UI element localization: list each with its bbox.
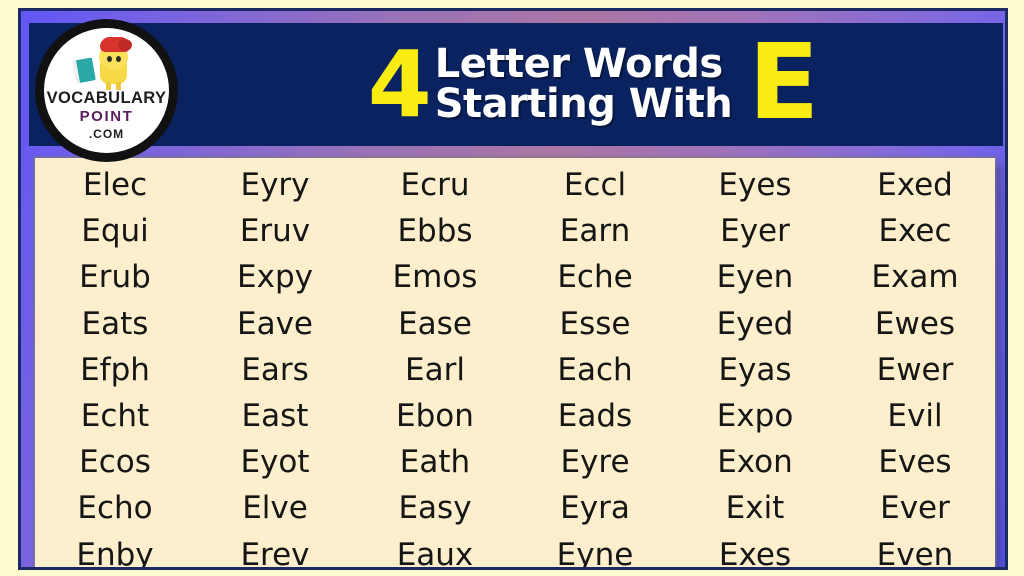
word-cell: Eyas bbox=[718, 351, 792, 388]
word-cell: Earl bbox=[405, 351, 465, 388]
word-cell: Elve bbox=[242, 490, 308, 527]
word-cell: Eyot bbox=[240, 444, 310, 481]
word-cell: Eyes bbox=[718, 167, 792, 203]
word-cell: Each bbox=[557, 351, 633, 388]
word-cell: Ebon bbox=[396, 397, 474, 434]
word-cell: Eruv bbox=[239, 213, 311, 250]
word-cell: Evil bbox=[887, 397, 943, 434]
word-cell: Eyed bbox=[716, 305, 794, 342]
word-cell: Eves bbox=[878, 444, 952, 481]
word-cell: Ever bbox=[880, 490, 950, 527]
word-cell: Ecos bbox=[79, 444, 151, 481]
word-cell: Exec bbox=[878, 213, 952, 250]
word-cell: Expo bbox=[716, 397, 794, 434]
title-line-1: Letter Words bbox=[434, 41, 723, 88]
word-cell: Eads bbox=[557, 397, 633, 434]
word-cell: Esse bbox=[559, 305, 631, 342]
word-cell: Eyne bbox=[556, 536, 634, 570]
mascot-eye-right bbox=[116, 56, 121, 62]
word-cell: Exam bbox=[871, 259, 959, 296]
logo-brand-line3: .COM bbox=[88, 127, 125, 141]
word-cell: Exed bbox=[877, 167, 953, 203]
word-list-panel: Elec Eyry Ecru Eccl Eyes Exed Equi Eruv Ebbs Earn… bbox=[35, 158, 995, 570]
word-cell: Eats bbox=[81, 305, 149, 342]
word-cell: East bbox=[241, 397, 309, 434]
word-cell: Eche bbox=[557, 259, 633, 296]
word-cell: Eyra bbox=[560, 490, 630, 527]
word-cell: Eyry bbox=[240, 167, 310, 203]
word-cell: Efph bbox=[80, 351, 150, 388]
title-number: 4 bbox=[367, 30, 432, 138]
word-cell: Ears bbox=[241, 351, 309, 388]
word-cell: Ewes bbox=[874, 305, 956, 342]
word-cell: Ecru bbox=[400, 167, 470, 203]
word-cell: Even bbox=[876, 536, 954, 570]
word-cell: Ease bbox=[398, 305, 472, 342]
mascot-eye-left bbox=[107, 56, 112, 62]
word-cell: Eyer bbox=[720, 213, 790, 250]
word-cell: Enby bbox=[76, 536, 154, 570]
word-cell: Erev bbox=[240, 536, 310, 570]
word-cell: Emos bbox=[392, 259, 478, 296]
word-cell: Elec bbox=[82, 167, 148, 203]
title-line-2: Starting With bbox=[434, 81, 733, 128]
brand-logo: VOCABULARY POINT .COM bbox=[35, 19, 178, 162]
word-cell: Eave bbox=[236, 305, 313, 342]
word-cell: Eaux bbox=[396, 536, 474, 570]
word-cell: Exon bbox=[717, 444, 793, 481]
word-cell: Expy bbox=[237, 259, 313, 296]
poster-root: VOCABULARY POINT .COM 4 Letter Words Sta… bbox=[0, 0, 1024, 576]
word-cell: Erub bbox=[79, 259, 151, 296]
header-banner: VOCABULARY POINT .COM 4 Letter Words Sta… bbox=[29, 19, 1003, 162]
word-cell: Ewer bbox=[876, 351, 954, 388]
book-icon bbox=[72, 57, 96, 84]
word-grid: Elec Eyry Ecru Eccl Eyes Exed Equi Eruv Ebbs Earn… bbox=[35, 158, 995, 570]
word-cell: Eccl bbox=[563, 167, 627, 203]
word-cell: Eyre bbox=[560, 444, 630, 481]
mascot-hat-brim bbox=[118, 39, 132, 51]
word-cell: Earn bbox=[559, 213, 631, 250]
poster-frame: VOCABULARY POINT .COM 4 Letter Words Sta… bbox=[18, 8, 1008, 570]
mascot-icon bbox=[72, 37, 137, 91]
word-cell: Eyen bbox=[716, 259, 794, 296]
word-cell: Eath bbox=[399, 444, 471, 481]
title-letter: E bbox=[748, 20, 820, 143]
page-title: 4 Letter Words Starting With E bbox=[184, 23, 1003, 146]
logo-brand-line2: POINT bbox=[79, 108, 134, 125]
word-cell: Echt bbox=[80, 397, 150, 434]
word-cell: Echo bbox=[77, 490, 153, 527]
word-cell: Equi bbox=[81, 213, 149, 250]
word-cell: Easy bbox=[398, 490, 472, 527]
word-cell: Exit bbox=[725, 490, 785, 527]
logo-brand-line1: VOCABULARY bbox=[46, 89, 167, 107]
word-cell: Ebbs bbox=[397, 213, 473, 250]
word-cell: Exes bbox=[718, 536, 792, 570]
